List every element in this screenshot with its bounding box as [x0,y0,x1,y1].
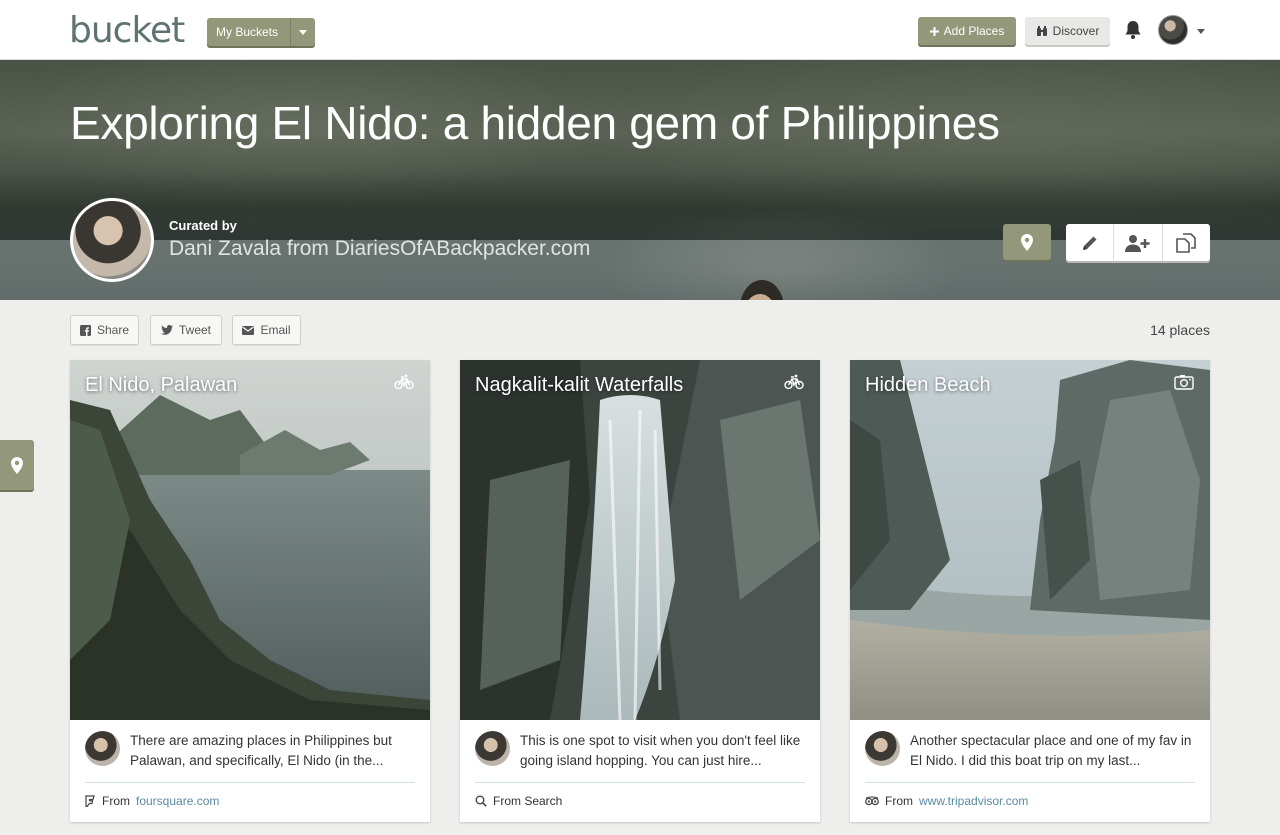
curator-avatar[interactable] [865,731,900,766]
bell-icon[interactable] [1124,20,1142,40]
place-title[interactable]: Hidden Beach [865,374,991,397]
chevron-down-icon[interactable] [1197,29,1205,34]
place-title[interactable]: Nagkalit-kalit Waterfalls [475,374,683,397]
bucket-actions-group [1066,224,1210,261]
curator-avatar[interactable] [85,731,120,766]
source-link[interactable]: www.tripadvisor.com [919,794,1028,808]
side-map-toggle[interactable] [0,440,34,490]
bucket-hero-banner: Exploring El Nido: a hidden gem of Phili… [0,60,1280,300]
camera-icon [1174,375,1194,390]
add-collaborator-button[interactable] [1114,224,1163,261]
place-description: Another spectacular place and one of my … [910,733,1192,768]
discover-button[interactable]: Discover [1025,17,1110,45]
place-card[interactable]: El Nido, Palawan There are amazing place… [70,360,430,822]
facebook-icon [79,324,91,336]
place-source: From foursquare.com [85,794,219,808]
place-title[interactable]: El Nido, Palawan [85,374,237,397]
tripadvisor-icon [865,796,879,806]
place-image[interactable]: Nagkalit-kalit Waterfalls [460,360,820,720]
pencil-icon [1082,236,1097,250]
chevron-down-icon [299,29,307,35]
curator-avatar[interactable] [70,198,154,282]
tweet-button[interactable]: Tweet [150,315,222,345]
twitter-icon [160,325,173,335]
curator-name-link[interactable]: Dani Zavala from DiariesOfABackpacker.co… [169,237,590,261]
bicycle-icon [784,374,804,390]
curator-avatar[interactable] [475,731,510,766]
copy-bucket-button[interactable] [1163,224,1210,261]
my-buckets-label[interactable]: My Buckets [207,18,291,46]
place-photo-waterfall [460,360,820,720]
my-buckets-dropdown-toggle[interactable] [291,18,315,46]
source-prefix: From Search [493,794,563,808]
share-facebook-button[interactable]: Share [70,315,139,345]
divider [85,782,415,783]
divider [475,782,805,783]
user-avatar[interactable] [1158,15,1188,45]
add-places-label: Add Places [943,24,1005,38]
my-buckets-button[interactable]: My Buckets [207,18,315,46]
tweet-label: Tweet [178,323,211,337]
source-prefix: From [885,794,913,808]
divider [865,782,1195,783]
map-marker-icon [1021,233,1033,251]
edit-bucket-button[interactable] [1066,224,1115,261]
places-count: 14 places [1150,322,1210,338]
place-description: This is one spot to visit when you don't… [520,733,801,768]
place-description: There are amazing places in Philippines … [130,733,392,768]
bicycle-icon [394,374,414,390]
top-navbar: bucket My Buckets Add Places Discover [0,0,1280,60]
place-source: From Search [475,794,562,808]
add-places-button[interactable]: Add Places [918,17,1016,45]
plus-icon [929,26,939,36]
add-user-icon [1124,234,1150,252]
place-source: From www.tripadvisor.com [865,794,1028,808]
place-photo-el-nido [70,360,430,720]
hero-person-image [740,280,784,300]
place-image[interactable]: El Nido, Palawan [70,360,430,720]
place-image[interactable]: Hidden Beach [850,360,1210,720]
search-icon [475,795,487,807]
place-card[interactable]: Hidden Beach Another spectacular place a… [850,360,1210,822]
share-label: Share [96,323,130,337]
binoculars-icon [1036,26,1047,36]
place-card[interactable]: Nagkalit-kalit Waterfalls This is one sp… [460,360,820,822]
source-link[interactable]: foursquare.com [136,794,219,808]
copy-icon [1176,232,1197,253]
email-share-button[interactable]: Email [232,315,301,345]
logo[interactable]: bucket [69,10,185,51]
map-view-button[interactable] [1003,224,1051,260]
place-photo-hidden-beach [850,360,1210,720]
source-prefix: From [102,794,130,808]
envelope-icon [242,325,255,335]
curated-by-label: Curated by [169,218,237,233]
bucket-title: Exploring El Nido: a hidden gem of Phili… [70,97,1000,149]
email-label: Email [260,323,291,337]
map-marker-icon [11,456,23,474]
discover-label: Discover [1052,24,1100,38]
foursquare-icon [85,795,95,807]
